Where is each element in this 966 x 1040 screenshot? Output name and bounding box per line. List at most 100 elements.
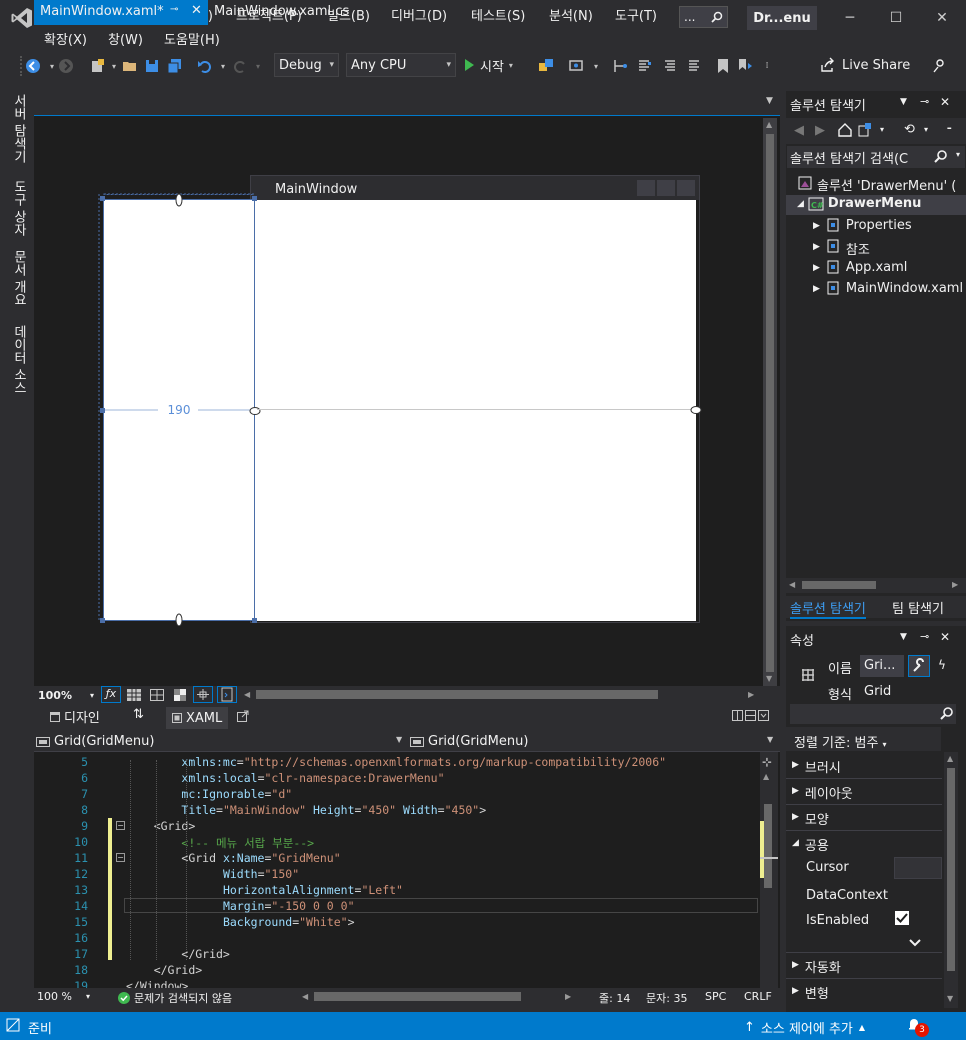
tab-solution-explorer[interactable]: 솔루션 탐색기 (790, 598, 866, 619)
nav-left-select[interactable]: Grid(GridMenu) (36, 732, 404, 751)
collapse-pane-icon[interactable] (758, 710, 769, 721)
xaml-view-tab[interactable]: XAML (166, 707, 229, 729)
code-line[interactable]: </Grid> (126, 963, 202, 977)
swap-panes-button[interactable]: ⇅ (133, 707, 144, 722)
artboard-background-button[interactable] (174, 689, 186, 701)
cursor-value-input[interactable] (894, 857, 942, 879)
window-content-area[interactable] (255, 200, 696, 621)
menu-item-8[interactable]: 도구(T) (615, 5, 657, 24)
name-input[interactable]: Gri... (860, 655, 904, 677)
browser-link-button[interactable] (537, 57, 555, 75)
solution-horizontal-scrollbar[interactable]: ◀ ▶ (786, 578, 966, 593)
code-line[interactable]: xmlns:mc="http://schemas.openxmlformats.… (126, 755, 666, 769)
line-number-indicator[interactable]: 줄: 14 (599, 990, 630, 1006)
scroll-left-arrow[interactable]: ◀ (302, 992, 308, 1001)
comment-button[interactable] (661, 57, 679, 75)
code-line[interactable]: HorizontalAlignment="Left" (126, 883, 403, 897)
tree-item-solution[interactable]: 솔루션 'DrawerMenu' ( (797, 175, 956, 194)
forward-arrow-icon[interactable]: ▶ (815, 123, 825, 138)
open-file-button[interactable] (121, 57, 139, 75)
undo-dropdown[interactable]: ▾ (214, 57, 232, 75)
snap-snaplines-button[interactable] (193, 686, 213, 703)
properties-vertical-scrollbar[interactable]: ▲ ▼ (944, 752, 958, 1008)
switch-views-icon[interactable] (858, 122, 874, 138)
tab-team-explorer[interactable]: 팀 탐색기 (892, 598, 944, 617)
designer-horizontal-scrollbar-thumb[interactable] (256, 690, 658, 699)
line-ending-indicator[interactable]: CRLF (744, 990, 772, 1003)
property-category-0[interactable]: ▶ 브러시 (792, 757, 841, 776)
panel-options-dropdown[interactable]: ▼ (900, 632, 907, 642)
property-category-4[interactable]: ▶ 자동화 (792, 957, 841, 976)
save-all-button[interactable] (166, 57, 184, 75)
redo-dropdown[interactable]: ▾ (249, 57, 267, 75)
issues-indicator[interactable]: 문제가 검색되지 않음 (118, 990, 232, 1006)
split-layout-buttons[interactable] (732, 710, 769, 721)
snap-grid-button[interactable] (150, 689, 164, 701)
pin-icon[interactable]: ⊸ (920, 95, 929, 108)
code-line[interactable]: xmlns:local="clr-namespace:DrawerMenu" (126, 771, 444, 785)
nav-right-select[interactable]: Grid(GridMenu) (410, 732, 770, 751)
design-view-tab[interactable]: 디자인 (50, 707, 100, 726)
minimize-button[interactable]: ─ (838, 6, 862, 30)
editor-horizontal-scrollbar-thumb[interactable] (314, 992, 521, 1001)
designer-zoom-select[interactable]: 100% ▾ (36, 687, 96, 703)
tree-item-0[interactable]: ▶ Properties (813, 218, 912, 233)
code-line[interactable]: Margin="-150 0 0 0" (126, 899, 355, 913)
scroll-left-arrow[interactable]: ◀ (244, 690, 250, 699)
formula-fx-button[interactable]: ƒx (101, 686, 121, 703)
left-tab-0[interactable]: 서버 탐색기 (9, 94, 28, 163)
close-window-button[interactable]: ✕ (930, 6, 954, 30)
split-editor-icon[interactable]: ⊹ (762, 755, 772, 769)
tab-mainwindow-xaml[interactable]: MainWindow.xaml* ⊸ ✕ (34, 0, 208, 25)
save-button[interactable] (143, 57, 161, 75)
code-line[interactable]: Title="MainWindow" Height="450" Width="4… (126, 803, 486, 817)
live-share-button[interactable]: Live Share (820, 55, 910, 75)
events-lightning-icon[interactable]: ϟ (938, 658, 946, 672)
menu-item-row2-2[interactable]: 도움말(H) (164, 29, 220, 48)
left-tab-2[interactable]: 문서 개요 (9, 250, 28, 306)
tree-item-1[interactable]: ▶ 참조 (813, 239, 870, 258)
more-icon[interactable]: ⁃ (946, 122, 953, 137)
undo-button[interactable] (196, 57, 214, 75)
close-panel-icon[interactable]: ✕ (940, 95, 950, 109)
split-vertical-icon[interactable] (732, 710, 743, 721)
property-category-3[interactable]: ◢ 공용 (792, 835, 829, 854)
configuration-select[interactable]: Debug ▾ (274, 53, 339, 77)
menu-item-5[interactable]: 디버그(D) (391, 5, 447, 24)
scrollbar-thumb[interactable] (766, 134, 774, 672)
bookmark-button[interactable] (714, 57, 732, 75)
tab-mainwindow-xaml-cs[interactable]: MainWindow.xaml.cs (208, 0, 368, 25)
solution-search-input[interactable]: 솔루션 탐색기 검색(C ▾ (787, 146, 965, 168)
scroll-right-arrow[interactable]: ▶ (565, 992, 571, 1001)
pin-icon[interactable]: ⊸ (170, 4, 178, 15)
popout-xaml-button[interactable] (237, 710, 249, 722)
show-more-chevron-icon[interactable] (908, 938, 922, 948)
code-line[interactable]: <Grid> (126, 819, 196, 833)
menu-item-row2-0[interactable]: 확장(X) (44, 29, 87, 48)
margin-handle[interactable] (690, 405, 702, 415)
collapse-outline-toggle[interactable]: − (116, 853, 125, 862)
history-icon[interactable]: ⟲ (904, 122, 915, 137)
back-arrow-icon[interactable]: ◀ (794, 123, 804, 138)
code-line[interactable]: Width="150" (126, 867, 299, 881)
redo-button[interactable] (231, 57, 249, 75)
device-dropdown[interactable]: ▾ (587, 57, 605, 75)
scrollbar-thumb[interactable] (947, 768, 955, 971)
editor-vertical-scrollbar[interactable]: ⊹ ▲ (760, 752, 778, 988)
step-over-button[interactable] (611, 57, 629, 75)
forward-button[interactable] (57, 57, 75, 75)
menu-item-6[interactable]: 테스트(S) (471, 5, 525, 24)
search-box[interactable]: ... (679, 6, 728, 28)
close-tab-icon[interactable]: ✕ (191, 3, 202, 18)
property-search-input[interactable] (790, 704, 956, 724)
tree-item-project[interactable]: ◢ C# DrawerMenu (797, 196, 921, 212)
split-horizontal-icon[interactable] (745, 710, 756, 721)
property-category-1[interactable]: ▶ 레이아웃 (792, 783, 853, 802)
add-to-source-control-button[interactable]: ↑ 소스 제어에 추가 ▲ (744, 1018, 865, 1037)
code-line[interactable]: <!-- 메뉴 서랍 부분--> (126, 835, 314, 851)
tab-overflow-dropdown[interactable]: ▼ (766, 96, 773, 106)
collapse-outline-toggle[interactable]: − (116, 821, 125, 830)
toolbar-overflow[interactable]: ⁞ (758, 57, 776, 75)
tree-item-2[interactable]: ▶ App.xaml (813, 260, 907, 275)
feedback-button[interactable] (930, 57, 948, 75)
